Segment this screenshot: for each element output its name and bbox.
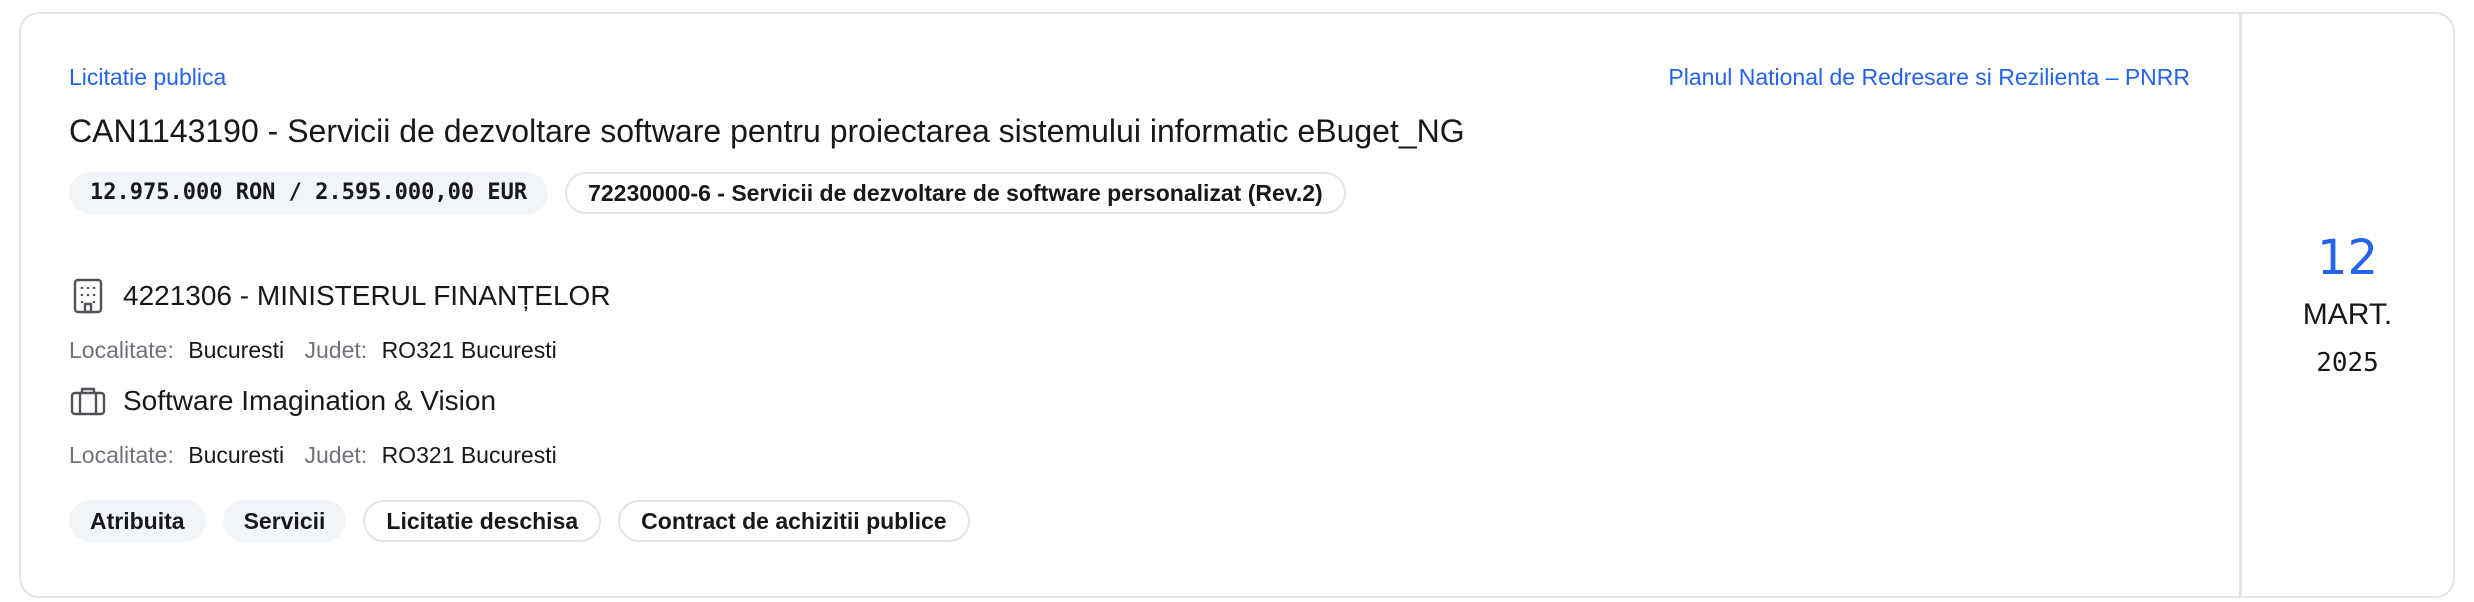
value-chip: 12.975.000 RON / 2.595.000,00 EUR: [69, 172, 549, 214]
county-value: RO321 Bucuresti: [381, 337, 557, 363]
procedure-type-link[interactable]: Licitatie publica: [69, 64, 226, 91]
locality-value: Bucuresti: [188, 442, 285, 468]
contracting-authority: 4221306 - MINISTERUL FINANȚELOR: [69, 277, 611, 315]
tag-status[interactable]: Atribuita: [69, 500, 206, 542]
county-label: Judet:: [304, 442, 368, 468]
county-label: Judet:: [304, 337, 368, 363]
winning-supplier: Software Imagination & Vision: [69, 382, 496, 420]
briefcase-icon: [69, 382, 107, 420]
winner-name[interactable]: Software Imagination & Vision: [123, 385, 496, 417]
winner-location: Localitate: Bucuresti Judet: RO321 Bucur…: [69, 442, 571, 469]
date-year: 2025: [2316, 348, 2379, 378]
cpv-chip[interactable]: 72230000-6 - Servicii de dezvoltare de s…: [565, 172, 1346, 214]
date-panel: 12 MART. 2025: [2239, 14, 2453, 596]
tender-title[interactable]: CAN1143190 - Servicii de dezvoltare soft…: [69, 113, 1465, 150]
tag-category[interactable]: Servicii: [222, 500, 347, 542]
building-icon: [69, 277, 107, 315]
date-month: MART.: [2302, 298, 2393, 331]
tag-list: Atribuita Servicii Licitatie deschisa Co…: [69, 500, 970, 542]
authority-location: Localitate: Bucuresti Judet: RO321 Bucur…: [69, 337, 571, 364]
tag-contract-type[interactable]: Contract de achizitii publice: [618, 500, 970, 542]
locality-value: Bucuresti: [188, 337, 285, 363]
tag-procedure[interactable]: Licitatie deschisa: [363, 500, 602, 542]
locality-label: Localitate:: [69, 442, 174, 468]
county-value: RO321 Bucuresti: [381, 442, 557, 468]
locality-label: Localitate:: [69, 337, 174, 363]
program-link[interactable]: Planul National de Redresare si Rezilien…: [1668, 64, 2190, 91]
value-cpv-row: 12.975.000 RON / 2.595.000,00 EUR 722300…: [69, 172, 1346, 214]
tender-details: Licitatie publica Planul National de Red…: [21, 14, 2239, 596]
date-day: 12: [2316, 230, 2379, 286]
tender-card[interactable]: Licitatie publica Planul National de Red…: [19, 12, 2455, 598]
authority-name[interactable]: 4221306 - MINISTERUL FINANȚELOR: [123, 280, 611, 312]
